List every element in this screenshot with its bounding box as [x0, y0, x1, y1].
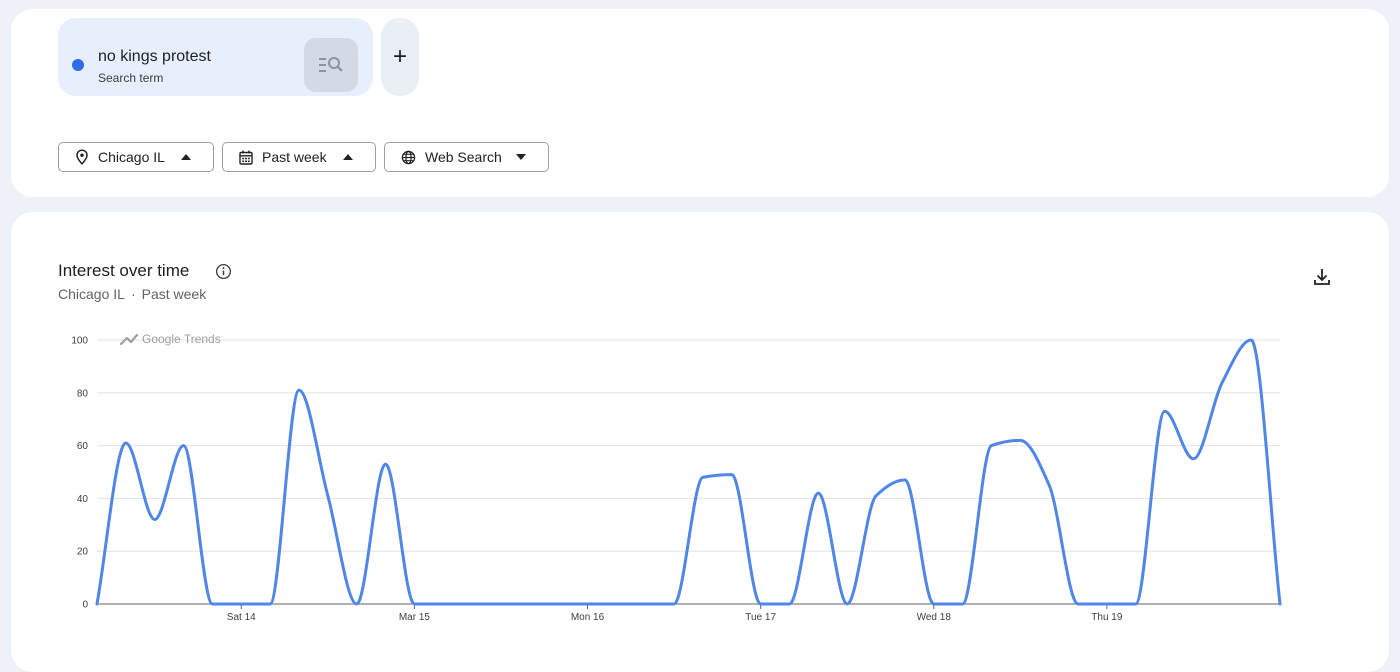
data-point[interactable] [382, 460, 390, 468]
time-range-filter[interactable]: Past week [222, 142, 376, 172]
data-point[interactable] [901, 476, 909, 484]
line-chart: Google Trends 0 20 40 60 80 100 Sat 14 Mar 15 Mo… [71, 332, 1284, 623]
y-tick-label: 20 [77, 547, 89, 558]
data-point[interactable] [641, 600, 649, 608]
data-point[interactable] [266, 600, 274, 608]
data-point[interactable] [526, 600, 534, 608]
search-term-type: Search term [98, 71, 164, 85]
data-point[interactable] [555, 600, 563, 608]
caret-down-icon [516, 154, 526, 160]
data-point[interactable] [843, 600, 851, 608]
y-tick-label: 0 [82, 600, 88, 611]
data-point[interactable] [1074, 600, 1082, 608]
data-point[interactable] [468, 600, 476, 608]
time-range-filter-label: Past week [262, 149, 327, 165]
add-comparison-button[interactable]: + [381, 18, 419, 96]
data-point[interactable] [814, 489, 822, 497]
data-point[interactable] [959, 600, 967, 608]
data-point[interactable] [987, 442, 995, 450]
data-point[interactable] [1132, 600, 1140, 608]
x-tick-label: Tue 17 [745, 612, 776, 623]
data-point[interactable] [237, 600, 245, 608]
y-tick-label: 80 [77, 388, 89, 399]
search-term-name: no kings protest [98, 48, 211, 65]
x-tick-label: Sat 14 [227, 612, 256, 623]
data-point[interactable] [1276, 600, 1284, 608]
location-filter[interactable]: Chicago IL [58, 142, 214, 172]
google-trends-watermark: Google Trends [142, 332, 221, 346]
data-point[interactable] [93, 600, 101, 608]
data-point[interactable] [584, 600, 592, 608]
search-term-color-dot [72, 59, 84, 71]
x-tick-label: Thu 19 [1091, 612, 1123, 623]
data-point[interactable] [439, 600, 447, 608]
data-point[interactable] [122, 439, 130, 447]
y-tick-label: 40 [77, 494, 89, 505]
data-point[interactable] [497, 600, 505, 608]
data-point[interactable] [757, 600, 765, 608]
search-panel: no kings protest Search term + Chicago I… [11, 9, 1389, 197]
data-point[interactable] [1045, 481, 1053, 489]
data-point[interactable] [180, 442, 188, 450]
data-point[interactable] [151, 516, 159, 524]
data-point[interactable] [324, 492, 332, 500]
data-point[interactable] [410, 600, 418, 608]
data-point[interactable] [1218, 378, 1226, 386]
data-point[interactable] [872, 492, 880, 500]
location-pin-icon [75, 149, 89, 165]
search-list-icon [319, 57, 343, 72]
data-point[interactable] [670, 600, 678, 608]
caret-up-icon [343, 154, 353, 160]
x-tick-label: Wed 18 [917, 612, 952, 623]
data-point[interactable] [1016, 436, 1024, 444]
data-point[interactable] [930, 600, 938, 608]
search-term-chip[interactable]: no kings protest Search term [58, 18, 373, 96]
data-point[interactable] [208, 600, 216, 608]
data-point[interactable] [1247, 336, 1255, 344]
globe-icon [401, 150, 416, 165]
search-type-filter[interactable]: Web Search [384, 142, 549, 172]
data-point[interactable] [353, 600, 361, 608]
y-tick-label: 60 [77, 441, 89, 452]
x-tick-label: Mon 16 [571, 612, 605, 623]
data-point[interactable] [612, 600, 620, 608]
data-point[interactable] [1189, 455, 1197, 463]
series-line[interactable] [95, 338, 1282, 606]
location-filter-label: Chicago IL [98, 149, 165, 165]
x-tick-label: Mar 15 [399, 612, 431, 623]
y-tick-label: 100 [71, 336, 88, 347]
calendar-icon [239, 150, 253, 165]
data-point[interactable] [699, 473, 707, 481]
interest-over-time-panel: Interest over time Chicago IL · Past week … [11, 212, 1389, 672]
caret-up-icon [181, 154, 191, 160]
data-point[interactable] [728, 471, 736, 479]
data-point[interactable] [295, 386, 303, 394]
search-type-filter-label: Web Search [425, 149, 502, 165]
data-point[interactable] [1161, 407, 1169, 415]
data-point[interactable] [1103, 600, 1111, 608]
search-term-options-button[interactable] [304, 38, 358, 92]
data-point[interactable] [785, 600, 793, 608]
